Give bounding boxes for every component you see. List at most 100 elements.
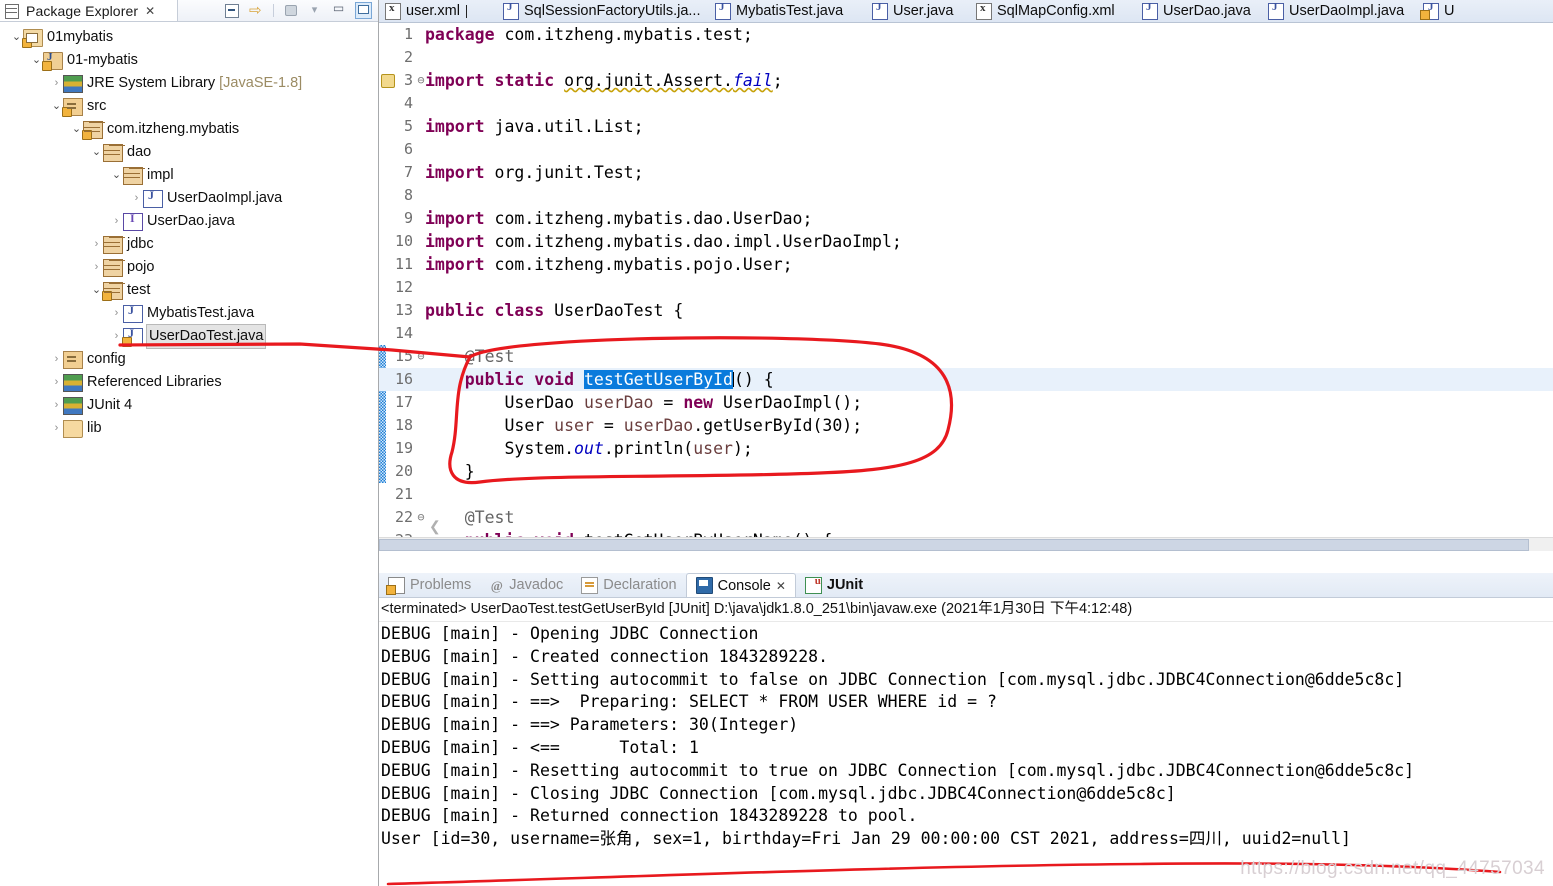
code-line-22[interactable]: 22 ⊖ @Test: [379, 506, 1553, 529]
code-line-4[interactable]: 4: [379, 92, 1553, 115]
code-line-6[interactable]: 6: [379, 138, 1553, 161]
code-line-18[interactable]: 18 User user = userDao.getUserById(30);: [379, 414, 1553, 437]
editor-tab-mybatistest-java[interactable]: MybatisTest.java: [709, 0, 866, 22]
line-number: 19: [394, 439, 413, 457]
chevron-right-icon[interactable]: ›: [110, 302, 123, 325]
project-tree[interactable]: ⌄01mybatis⌄01-mybatis›JRE System Library…: [0, 22, 378, 440]
tree-item-01mybatis[interactable]: ⌄ 01mybatis: [0, 26, 378, 49]
code-line-10[interactable]: 10 import com.itzheng.mybatis.dao.impl.Us…: [379, 230, 1553, 253]
tree-item-jdbc[interactable]: › jdbc: [0, 233, 378, 256]
tree-item-userdaotest-java[interactable]: ›UserDaoTest.java: [0, 324, 378, 349]
tree-item-jre-system-library[interactable]: › JRE System Library [JavaSE-1.8]: [0, 72, 378, 95]
code-line-3[interactable]: 3 ⊖ import static org.junit.Assert.fail;: [379, 69, 1553, 92]
tree-item-dao[interactable]: ⌄ dao: [0, 141, 378, 164]
code-text: package com.itzheng.mybatis.test;: [425, 25, 753, 44]
tree-item-com-itzheng-mybatis[interactable]: ⌄ com.itzheng.mybatis: [0, 118, 378, 141]
editor-scrollbar-thumb[interactable]: [379, 539, 1529, 551]
console-tab-console[interactable]: Console ✕: [685, 573, 796, 597]
console-tab-junit[interactable]: JUnit: [796, 573, 872, 597]
chevron-down-icon[interactable]: ⌄: [90, 141, 103, 164]
code-line-12[interactable]: 12: [379, 276, 1553, 299]
code-line-1[interactable]: 1 package com.itzheng.mybatis.test;: [379, 23, 1553, 46]
tree-item-test[interactable]: ⌄ test: [0, 279, 378, 302]
code-line-9[interactable]: 9 import com.itzheng.mybatis.dao.UserDao;: [379, 207, 1553, 230]
collapse-all-icon[interactable]: [225, 3, 240, 18]
code-line-8[interactable]: 8: [379, 184, 1553, 207]
editor-tab-u[interactable]: U: [1417, 0, 1454, 22]
line-number: 14: [394, 324, 413, 342]
chevron-right-icon[interactable]: ›: [50, 348, 63, 371]
tree-item-config[interactable]: › config: [0, 348, 378, 371]
line-number: 4: [403, 94, 413, 112]
tree-item-mybatistest-java[interactable]: › MybatisTest.java: [0, 302, 378, 325]
tree-item-src[interactable]: ⌄ src: [0, 95, 378, 118]
chevron-right-icon[interactable]: ›: [130, 187, 143, 210]
tab-package-explorer[interactable]: Package Explorer ✕: [0, 0, 178, 21]
editor-tabbar[interactable]: user.xml SqlSessionFactoryUtils.ja... Myba…: [379, 0, 1553, 23]
code-line-5[interactable]: 5 import java.util.List;: [379, 115, 1553, 138]
line-number: 8: [403, 186, 413, 204]
console-tabbar[interactable]: Problems @ Javadoc Declaration Console ✕ JUnit: [379, 573, 1553, 598]
console-output[interactable]: DEBUG [main] - Opening JDBC Connection DE…: [379, 622, 1553, 851]
minimize-icon[interactable]: ▭: [331, 2, 346, 18]
java-file-icon: [715, 1, 731, 20]
chevron-right-icon[interactable]: ›: [110, 210, 123, 233]
code-lines[interactable]: 1 package com.itzheng.mybatis.test; 2 3 ⊖ imp…: [379, 23, 1553, 551]
code-line-20[interactable]: 20 }: [379, 460, 1553, 483]
code-line-13[interactable]: 13 public class UserDaoTest {: [379, 299, 1553, 322]
close-icon[interactable]: ✕: [776, 579, 786, 593]
console-tab-problems[interactable]: Problems: [379, 573, 480, 597]
package-icon: [123, 166, 143, 185]
chevron-right-icon[interactable]: ›: [90, 256, 103, 279]
chevron-right-icon[interactable]: ›: [50, 72, 63, 95]
editor-tab-user-xml[interactable]: user.xml: [379, 0, 497, 22]
console-tab-javadoc[interactable]: @ Javadoc: [480, 573, 572, 597]
warning-marker-icon[interactable]: [381, 74, 395, 88]
chevron-down-icon[interactable]: ⌄: [110, 164, 123, 187]
code-line-21[interactable]: 21: [379, 483, 1553, 506]
console-tab-declaration[interactable]: Declaration: [572, 573, 685, 597]
code-editor[interactable]: 1 package com.itzheng.mybatis.test; 2 3 ⊖ imp…: [379, 23, 1553, 551]
code-line-7[interactable]: 7 import org.junit.Test;: [379, 161, 1553, 184]
tree-item-lib[interactable]: › lib: [0, 417, 378, 440]
code-line-15[interactable]: 15 ⊖ @Test: [379, 345, 1553, 368]
chevron-right-icon[interactable]: ›: [50, 394, 63, 417]
line-number: 5: [403, 117, 413, 135]
tree-item-junit-4[interactable]: › JUnit 4: [0, 394, 378, 417]
editor-tab-label: SqlMapConfig.xml: [997, 3, 1115, 19]
tree-item-01-mybatis[interactable]: ⌄01-mybatis: [0, 49, 378, 72]
code-line-16[interactable]: 16 public void testGetUserById() {: [379, 368, 1553, 391]
link-with-editor-icon[interactable]: ⇨: [249, 3, 264, 18]
code-line-11[interactable]: 11 import com.itzheng.mybatis.pojo.User;: [379, 253, 1553, 276]
chevron-right-icon[interactable]: ›: [90, 233, 103, 256]
tree-item-referenced-libraries[interactable]: › Referenced Libraries: [0, 371, 378, 394]
chevron-right-icon[interactable]: ›: [50, 417, 63, 440]
close-icon[interactable]: ✕: [145, 4, 155, 18]
view-filters-icon[interactable]: [283, 3, 298, 18]
tree-item-userdaoimpl-java[interactable]: › UserDaoImpl.java: [0, 187, 378, 210]
console-tab-label: JUnit: [826, 577, 864, 593]
editor-tab-user-java[interactable]: User.java: [866, 0, 970, 22]
editor-tab-userdao-java[interactable]: UserDao.java: [1136, 0, 1262, 22]
editor-tab-userdaoimpl-java[interactable]: UserDaoImpl.java: [1262, 0, 1417, 22]
code-text: import org.junit.Test;: [425, 163, 644, 182]
javadoc-icon: @: [490, 577, 503, 593]
tree-item-label: UserDaoImpl.java: [167, 190, 283, 206]
scroll-left-icon[interactable]: ❮: [429, 518, 441, 535]
view-menu-icon[interactable]: ▾: [307, 3, 322, 18]
code-line-2[interactable]: 2: [379, 46, 1553, 69]
maximize-icon[interactable]: [355, 2, 372, 19]
editor-tab-sqlmapconfig-xml[interactable]: SqlMapConfig.xml: [970, 0, 1136, 22]
tree-item-pojo[interactable]: › pojo: [0, 256, 378, 279]
editor-tab-sqlsessionfactoryutils-ja-[interactable]: SqlSessionFactoryUtils.ja...: [497, 0, 709, 22]
chevron-right-icon[interactable]: ›: [50, 371, 63, 394]
tree-item-impl[interactable]: ⌄ impl: [0, 164, 378, 187]
code-line-14[interactable]: 14: [379, 322, 1553, 345]
package-explorer-view: Package Explorer ✕ ⇨ ▾ ▭ ⌄01mybatis⌄01-m…: [0, 0, 379, 886]
tree-item-userdao-java[interactable]: › UserDao.java: [0, 210, 378, 233]
code-line-19[interactable]: 19 System.out.println(user);: [379, 437, 1553, 460]
console-tab-label: Declaration: [603, 577, 677, 593]
library-icon: [63, 74, 83, 93]
code-line-17[interactable]: 17 UserDao userDao = new UserDaoImpl();: [379, 391, 1553, 414]
editor-horizontal-scrollbar[interactable]: [379, 537, 1553, 551]
